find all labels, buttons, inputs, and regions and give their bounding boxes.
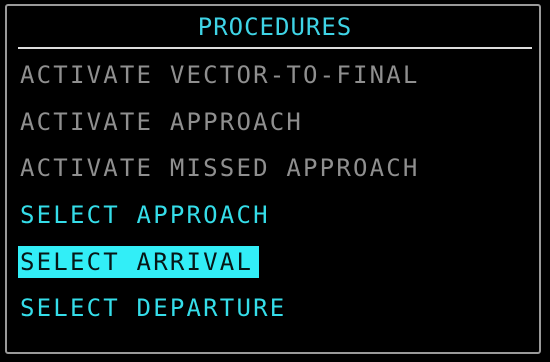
menu-item-select-departure[interactable]: SELECT DEPARTURE: [18, 285, 422, 332]
procedures-window: PROCEDURES ACTIVATE VECTOR-TO-FINAL ACTI…: [0, 0, 550, 362]
menu-item-select-arrival[interactable]: SELECT ARRIVAL: [18, 238, 422, 285]
title-divider: [18, 47, 532, 49]
menu-item-label: ACTIVATE APPROACH: [20, 107, 304, 136]
menu-item-label: ACTIVATE MISSED APPROACH: [20, 154, 420, 183]
menu-item-label: ACTIVATE VECTOR-TO-FINAL: [20, 61, 420, 90]
title-bar: PROCEDURES: [0, 10, 550, 50]
menu-item-label: SELECT DEPARTURE: [20, 294, 287, 323]
menu-item-label: SELECT ARRIVAL: [18, 245, 260, 278]
menu-item-activate-approach[interactable]: ACTIVATE APPROACH: [18, 99, 422, 146]
procedures-menu: ACTIVATE VECTOR-TO-FINAL ACTIVATE APPROA…: [18, 52, 422, 332]
menu-item-activate-vector-to-final[interactable]: ACTIVATE VECTOR-TO-FINAL: [18, 52, 422, 99]
menu-item-activate-missed-approach[interactable]: ACTIVATE MISSED APPROACH: [18, 145, 422, 192]
menu-item-select-approach[interactable]: SELECT APPROACH: [18, 192, 422, 239]
window-title: PROCEDURES: [191, 13, 359, 41]
menu-item-label: SELECT APPROACH: [20, 201, 270, 230]
